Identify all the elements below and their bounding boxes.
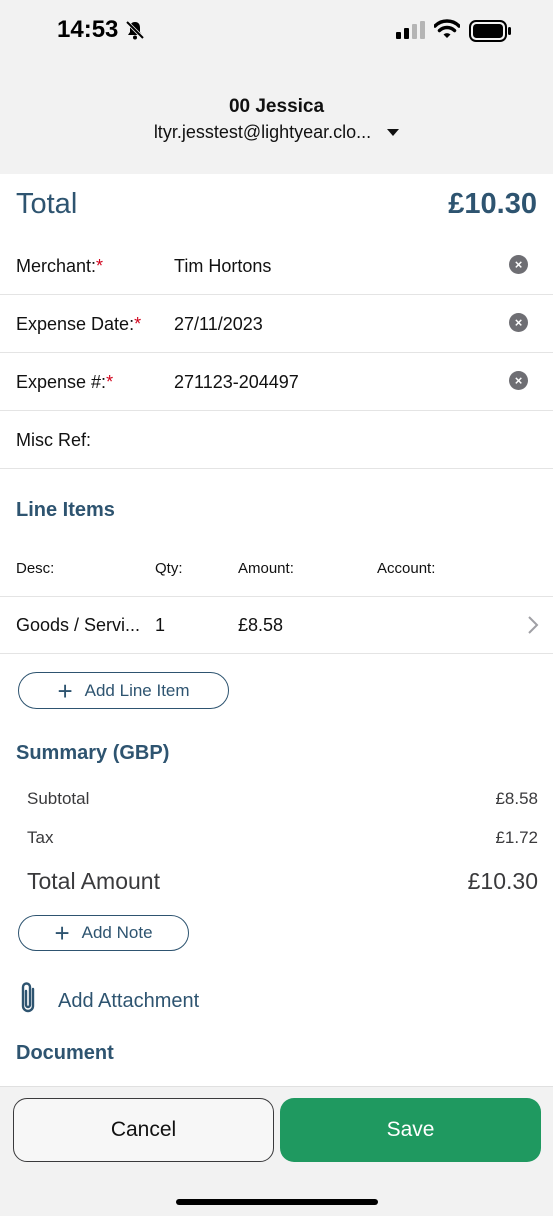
cellular-signal-icon — [396, 21, 426, 44]
home-indicator — [176, 1199, 378, 1205]
total-amount-label: Total Amount — [27, 868, 160, 894]
plus-icon: + — [57, 675, 73, 706]
total-amount-value: £10.30 — [467, 868, 538, 894]
merchant-field[interactable]: Merchant:* Tim Hortons × — [0, 236, 553, 295]
col-amount: Amount: — [238, 560, 294, 577]
col-account: Account: — [377, 560, 436, 577]
status-bar: 14:53 — [0, 0, 553, 62]
total-label: Total — [16, 188, 78, 220]
total-value: £10.30 — [448, 188, 537, 220]
line-items-header: Desc: Qty: Amount: Account: — [0, 558, 553, 597]
expense-number-value[interactable]: 271123-204497 — [174, 372, 299, 393]
paperclip-icon — [16, 980, 40, 1022]
line-item-row[interactable]: Goods / Servi... 1 £8.58 — [0, 597, 553, 654]
col-desc: Desc: — [16, 560, 55, 577]
clear-merchant-icon[interactable]: × — [509, 255, 528, 274]
line-item-desc: Goods / Servi... — [16, 615, 141, 635]
account-switcher[interactable]: 00 Jessica ltyr.jesstest@lightyear.clo..… — [0, 62, 553, 174]
tax-value: £1.72 — [495, 828, 538, 847]
action-bar: Cancel Save — [0, 1086, 553, 1216]
save-button[interactable]: Save — [280, 1098, 541, 1162]
line-items-title: Line Items — [16, 499, 115, 521]
clear-expense-number-icon[interactable]: × — [509, 371, 528, 390]
line-item-qty: 1 — [155, 615, 166, 635]
cancel-button[interactable]: Cancel — [13, 1098, 274, 1162]
account-name: 00 Jessica — [228, 96, 325, 117]
required-mark: * — [134, 314, 142, 334]
account-email: ltyr.jesstest@lightyear.clo... — [153, 122, 372, 142]
add-attachment-label: Add Attachment — [58, 989, 200, 1012]
plus-icon: + — [54, 918, 70, 948]
wifi-icon — [433, 18, 461, 45]
required-mark: * — [106, 372, 114, 392]
merchant-value[interactable]: Tim Hortons — [174, 256, 271, 277]
line-item-amount: £8.58 — [238, 615, 284, 635]
add-note-button[interactable]: + Add Note — [18, 915, 189, 951]
misc-ref-label: Misc Ref: — [16, 430, 92, 450]
add-line-item-label: Add Line Item — [84, 680, 190, 700]
merchant-label: Merchant:* — [16, 256, 104, 276]
tax-label: Tax — [27, 828, 54, 847]
document-title: Document — [16, 1042, 114, 1064]
add-note-label: Add Note — [81, 923, 153, 942]
add-line-item-button[interactable]: + Add Line Item — [18, 672, 229, 709]
add-attachment-button[interactable]: Add Attachment — [16, 980, 199, 1022]
bell-muted-icon — [124, 19, 146, 46]
misc-ref-field[interactable]: Misc Ref: — [0, 410, 553, 469]
col-qty: Qty: — [155, 560, 183, 577]
clear-expense-date-icon[interactable]: × — [509, 313, 528, 332]
chevron-down-icon[interactable] — [387, 129, 400, 136]
expense-date-label: Expense Date:* — [16, 314, 142, 334]
expense-number-field[interactable]: Expense #:* 271123-204497 × — [0, 352, 553, 411]
expense-date-value[interactable]: 27/11/2023 — [174, 314, 263, 335]
required-mark: * — [96, 256, 104, 276]
expense-date-field[interactable]: Expense Date:* 27/11/2023 × — [0, 294, 553, 353]
expense-number-label: Expense #:* — [16, 372, 114, 392]
subtotal-label: Subtotal — [27, 789, 90, 808]
battery-icon — [469, 20, 513, 47]
account-email-row[interactable]: ltyr.jesstest@lightyear.clo... — [0, 122, 553, 143]
chevron-right-icon[interactable] — [527, 615, 539, 640]
summary-title: Summary (GBP) — [16, 742, 170, 764]
status-time: 14:53 — [57, 16, 119, 43]
subtotal-value: £8.58 — [495, 789, 538, 808]
